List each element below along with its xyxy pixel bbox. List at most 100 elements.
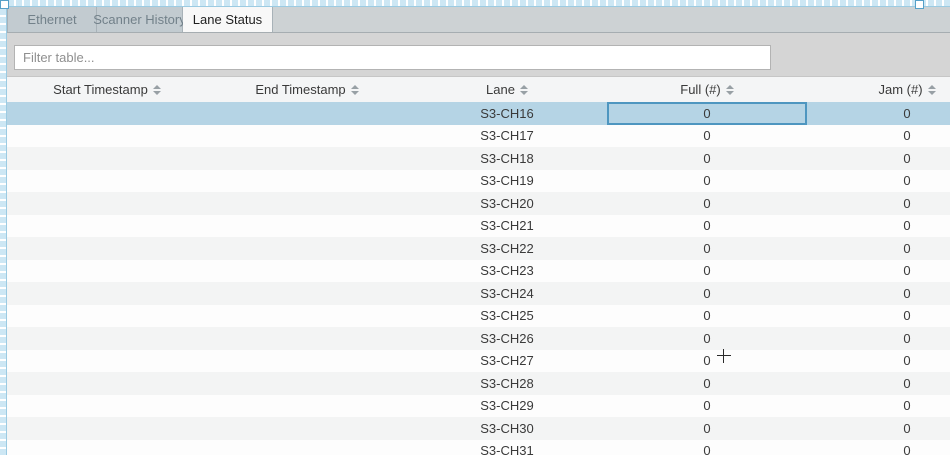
- column-header-lane[interactable]: Lane: [407, 77, 607, 102]
- cell-lane[interactable]: S3-CH17: [407, 125, 607, 148]
- cell-full[interactable]: 0: [607, 395, 807, 418]
- cell-end[interactable]: [207, 215, 407, 238]
- cell-lane[interactable]: S3-CH28: [407, 372, 607, 395]
- cell-start[interactable]: [7, 125, 207, 148]
- cell-start[interactable]: [7, 395, 207, 418]
- cell-jam[interactable]: 0: [807, 305, 950, 328]
- cell-full[interactable]: 0: [607, 282, 807, 305]
- cell-lane[interactable]: S3-CH30: [407, 417, 607, 440]
- table-row[interactable]: S3-CH2700: [7, 350, 950, 373]
- cell-jam[interactable]: 0: [807, 440, 950, 455]
- cell-full[interactable]: 0: [607, 192, 807, 215]
- table-row[interactable]: S3-CH1900: [7, 170, 950, 193]
- tab-scanner-history[interactable]: Scanner History: [97, 7, 183, 32]
- cell-lane[interactable]: S3-CH23: [407, 260, 607, 283]
- cell-end[interactable]: [207, 237, 407, 260]
- cell-lane[interactable]: S3-CH26: [407, 327, 607, 350]
- table-row[interactable]: S3-CH1800: [7, 147, 950, 170]
- cell-start[interactable]: [7, 327, 207, 350]
- cell-full[interactable]: 0: [607, 147, 807, 170]
- cell-jam[interactable]: 0: [807, 417, 950, 440]
- cell-jam[interactable]: 0: [807, 260, 950, 283]
- cell-jam[interactable]: 0: [807, 327, 950, 350]
- cell-full[interactable]: 0: [607, 417, 807, 440]
- cell-full[interactable]: 0: [607, 237, 807, 260]
- table-row[interactable]: S3-CH2500: [7, 305, 950, 328]
- cell-end[interactable]: [207, 440, 407, 455]
- cell-lane[interactable]: S3-CH29: [407, 395, 607, 418]
- cell-end[interactable]: [207, 395, 407, 418]
- cell-lane[interactable]: S3-CH25: [407, 305, 607, 328]
- cell-full[interactable]: 0: [607, 440, 807, 455]
- cell-jam[interactable]: 0: [807, 395, 950, 418]
- cell-lane[interactable]: S3-CH19: [407, 170, 607, 193]
- table-row[interactable]: S3-CH3000: [7, 417, 950, 440]
- cell-end[interactable]: [207, 260, 407, 283]
- table-row[interactable]: S3-CH2300: [7, 260, 950, 283]
- cell-end[interactable]: [207, 372, 407, 395]
- cell-full[interactable]: 0: [607, 215, 807, 238]
- cell-start[interactable]: [7, 192, 207, 215]
- table-row[interactable]: S3-CH3100: [7, 440, 950, 455]
- cell-lane[interactable]: S3-CH18: [407, 147, 607, 170]
- cell-start[interactable]: [7, 282, 207, 305]
- cell-full[interactable]: 0: [607, 305, 807, 328]
- selection-handle-top-left[interactable]: [0, 0, 9, 9]
- cell-jam[interactable]: 0: [807, 102, 950, 125]
- cell-start[interactable]: [7, 147, 207, 170]
- cell-start[interactable]: [7, 237, 207, 260]
- cell-jam[interactable]: 0: [807, 237, 950, 260]
- table-row[interactable]: S3-CH1700: [7, 125, 950, 148]
- cell-lane[interactable]: S3-CH16: [407, 102, 607, 125]
- cell-full[interactable]: 0: [607, 260, 807, 283]
- cell-start[interactable]: [7, 260, 207, 283]
- table-row[interactable]: S3-CH2800: [7, 372, 950, 395]
- column-header-end-timestamp[interactable]: End Timestamp: [207, 77, 407, 102]
- table-row[interactable]: S3-CH2000: [7, 192, 950, 215]
- cell-full[interactable]: 0: [607, 372, 807, 395]
- cell-end[interactable]: [207, 125, 407, 148]
- table-row[interactable]: S3-CH2200: [7, 237, 950, 260]
- tab-ethernet[interactable]: Ethernet: [7, 7, 97, 32]
- cell-start[interactable]: [7, 440, 207, 455]
- cell-jam[interactable]: 0: [807, 215, 950, 238]
- cell-jam[interactable]: 0: [807, 170, 950, 193]
- cell-start[interactable]: [7, 170, 207, 193]
- cell-end[interactable]: [207, 170, 407, 193]
- cell-full[interactable]: 0: [607, 170, 807, 193]
- cell-jam[interactable]: 0: [807, 147, 950, 170]
- column-header-full[interactable]: Full (#): [607, 77, 807, 102]
- cell-lane[interactable]: S3-CH27: [407, 350, 607, 373]
- table-row[interactable]: S3-CH1600: [7, 102, 950, 125]
- cell-full[interactable]: 0: [607, 350, 807, 373]
- column-header-start-timestamp[interactable]: Start Timestamp: [7, 77, 207, 102]
- cell-end[interactable]: [207, 417, 407, 440]
- table-row[interactable]: S3-CH2100: [7, 215, 950, 238]
- cell-lane[interactable]: S3-CH22: [407, 237, 607, 260]
- cell-full[interactable]: 0: [607, 102, 807, 125]
- cell-start[interactable]: [7, 215, 207, 238]
- table-row[interactable]: S3-CH2900: [7, 395, 950, 418]
- cell-start[interactable]: [7, 372, 207, 395]
- selection-handle-top-right[interactable]: [915, 0, 924, 9]
- cell-end[interactable]: [207, 192, 407, 215]
- cell-end[interactable]: [207, 282, 407, 305]
- cell-end[interactable]: [207, 102, 407, 125]
- tab-lane-status[interactable]: Lane Status: [183, 7, 273, 32]
- cell-full[interactable]: 0: [607, 327, 807, 350]
- table-row[interactable]: S3-CH2600: [7, 327, 950, 350]
- cell-lane[interactable]: S3-CH31: [407, 440, 607, 455]
- cell-full[interactable]: 0: [607, 125, 807, 148]
- cell-lane[interactable]: S3-CH24: [407, 282, 607, 305]
- cell-start[interactable]: [7, 350, 207, 373]
- filter-input[interactable]: [14, 45, 771, 70]
- cell-jam[interactable]: 0: [807, 192, 950, 215]
- cell-start[interactable]: [7, 417, 207, 440]
- table-row[interactable]: S3-CH2400: [7, 282, 950, 305]
- cell-jam[interactable]: 0: [807, 125, 950, 148]
- cell-start[interactable]: [7, 102, 207, 125]
- cell-lane[interactable]: S3-CH20: [407, 192, 607, 215]
- cell-start[interactable]: [7, 305, 207, 328]
- cell-end[interactable]: [207, 147, 407, 170]
- cell-end[interactable]: [207, 305, 407, 328]
